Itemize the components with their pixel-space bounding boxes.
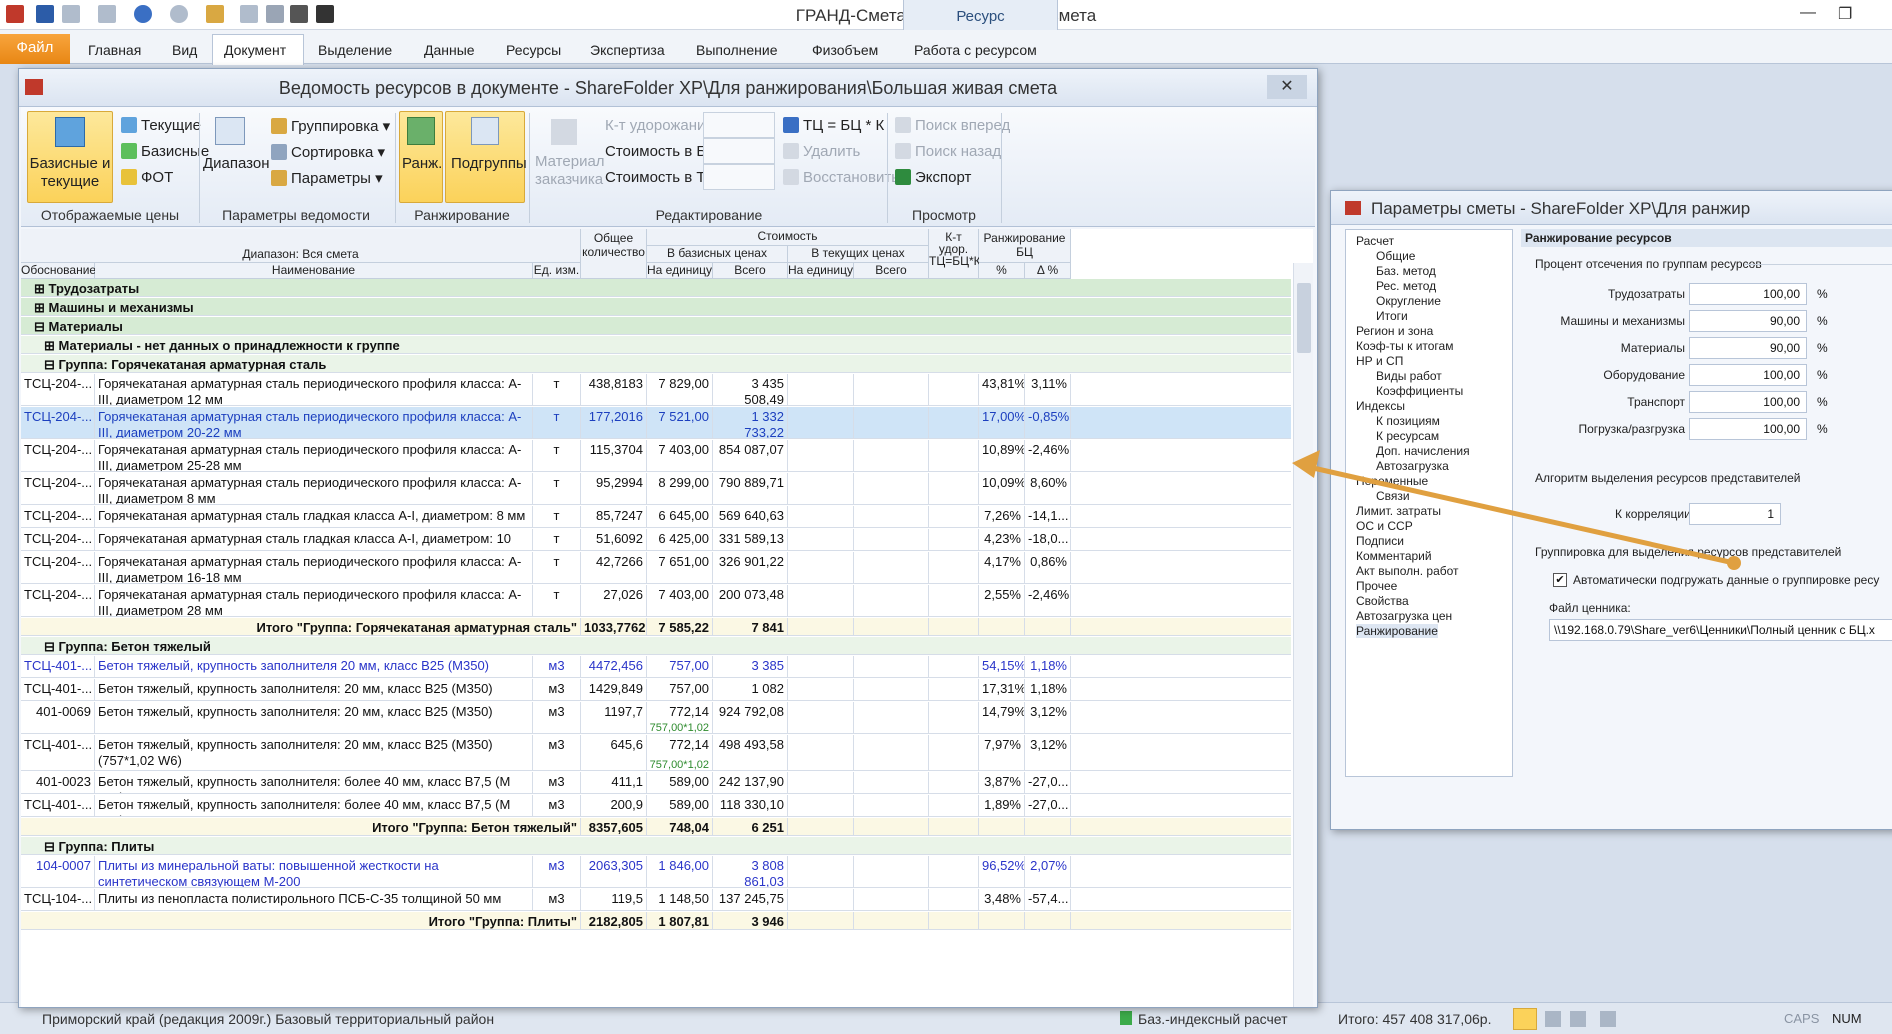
arrow-origin (1727, 556, 1741, 570)
annotation-arrow (1292, 450, 1741, 570)
arrow-line (1299, 462, 1735, 566)
arrow-head (1292, 450, 1320, 478)
